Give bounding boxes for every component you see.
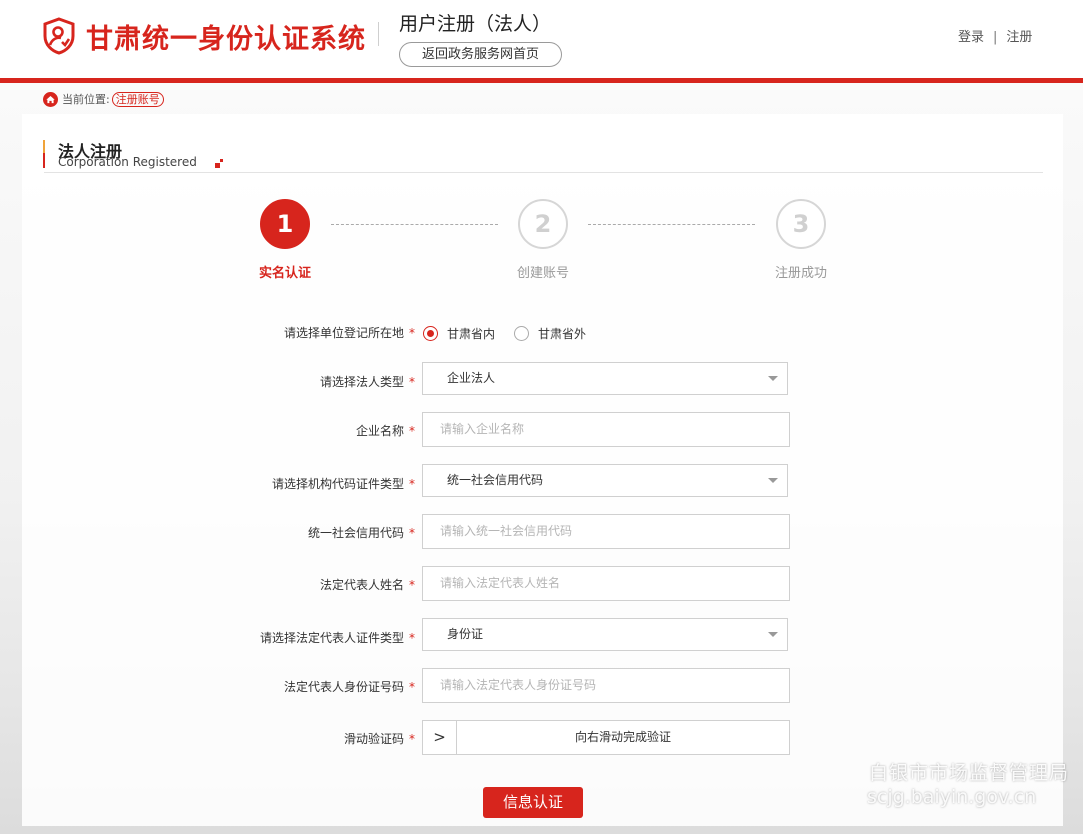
slider-hint: 向右滑动完成验证 [574, 730, 671, 744]
step-connector [331, 224, 498, 225]
brand-title: 甘肃统一身份认证系统 [86, 24, 366, 55]
legal-rep-id-type-value: 身份证 [447, 627, 484, 641]
watermark-url: scjg.baiyin.gov.cn [867, 786, 1037, 808]
section-deco-dot [215, 163, 220, 168]
corp-type-select[interactable]: 企业法人 [422, 362, 788, 395]
org-code-type-label: 请选择机构代码证件类型 * [271, 477, 415, 491]
header-divider [378, 22, 379, 46]
breadcrumb-prefix: 当前位置: [62, 93, 110, 106]
company-name-input[interactable]: 请输入企业名称 [422, 412, 790, 447]
caret-down-icon [768, 376, 778, 381]
page-title: 用户注册（法人） [399, 13, 552, 35]
radio-outside-gansu[interactable]: 甘肃省外 [514, 325, 586, 342]
top-header: 甘肃统一身份认证系统 用户注册（法人） 返回政务服务网首页 登录 | 注册 [0, 0, 1083, 78]
shield-person-icon [43, 17, 75, 55]
captcha-label: 滑动验证码 * [343, 732, 415, 746]
step-1-label: 实名认证 [259, 266, 312, 281]
slider-handle-chevron-right-icon[interactable]: > [423, 721, 457, 754]
breadcrumb: 当前位置: 注册账号 [43, 90, 164, 108]
step-1-circle: 1 [260, 199, 310, 249]
legal-rep-id-type-select[interactable]: 身份证 [422, 618, 788, 651]
link-separator: | [993, 30, 998, 45]
step-3-label: 注册成功 [775, 266, 828, 281]
section-accent-bar [43, 140, 45, 153]
corp-type-value: 企业法人 [447, 371, 496, 385]
section-divider [44, 172, 1043, 173]
back-home-button[interactable]: 返回政务服务网首页 [399, 42, 562, 67]
credit-code-label: 统一社会信用代码 * [307, 526, 415, 540]
radio-outside-label: 甘肃省外 [538, 327, 587, 341]
step-2-label: 创建账号 [517, 266, 570, 281]
caret-down-icon [768, 478, 778, 483]
radio-inside-gansu[interactable]: 甘肃省内 [423, 325, 495, 342]
section-subtitle: Corporation Registered [58, 155, 197, 169]
slider-captcha[interactable]: > 向右滑动完成验证 [422, 720, 790, 755]
home-icon[interactable] [43, 91, 58, 107]
section-accent-bar-red [43, 153, 45, 168]
breadcrumb-current[interactable]: 注册账号 [111, 91, 164, 107]
legal-rep-id-number-input[interactable]: 请输入法定代表人身份证号码 [422, 668, 790, 703]
legal-rep-name-label: 法定代表人姓名 * [319, 578, 415, 592]
radio-selected-icon[interactable] [423, 326, 438, 341]
location-label: 请选择单位登记所在地 * [283, 326, 415, 340]
radio-unselected-icon[interactable] [514, 326, 529, 341]
step-3-circle: 3 [776, 199, 826, 249]
org-code-type-value: 统一社会信用代码 [447, 473, 544, 487]
caret-down-icon [768, 632, 778, 637]
legal-rep-id-number-label: 法定代表人身份证号码 * [283, 680, 415, 694]
credit-code-input[interactable]: 请输入统一社会信用代码 [422, 514, 790, 549]
company-name-label: 企业名称 * [355, 424, 415, 438]
corp-type-label: 请选择法人类型 * [319, 375, 415, 389]
auth-links: 登录 | 注册 [958, 26, 1032, 45]
org-code-type-select[interactable]: 统一社会信用代码 [422, 464, 788, 497]
section-deco-dot-small [220, 159, 223, 162]
step-2-circle: 2 [518, 199, 568, 249]
register-link[interactable]: 注册 [1006, 30, 1032, 45]
watermark-org: 白银市市场监督管理局 [869, 762, 1070, 784]
step-connector [588, 224, 755, 225]
radio-inside-label: 甘肃省内 [447, 327, 496, 341]
legal-rep-name-input[interactable]: 请输入法定代表人姓名 [422, 566, 790, 601]
registration-card: 法人注册 Corporation Registered 1 2 3 实名认证 创… [22, 114, 1063, 826]
verify-info-button[interactable]: 信息认证 [483, 787, 583, 818]
legal-rep-id-type-label: 请选择法定代表人证件类型 * [259, 631, 415, 645]
login-link[interactable]: 登录 [958, 30, 984, 45]
